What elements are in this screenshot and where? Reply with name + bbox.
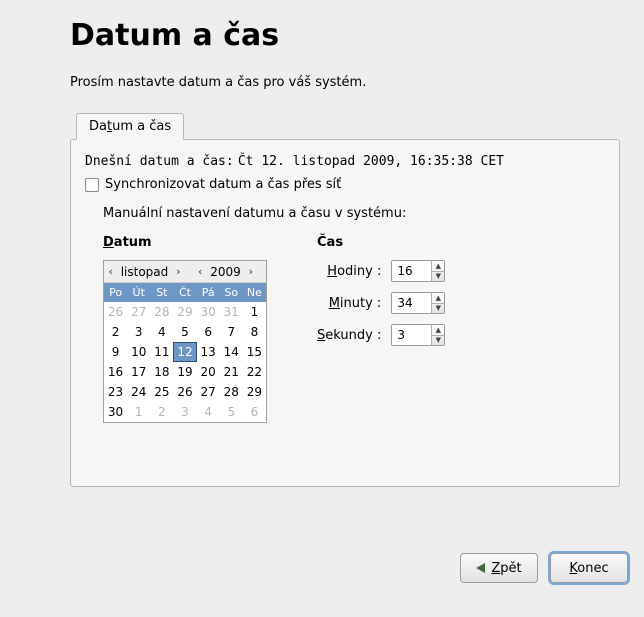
next-year-button[interactable]: › [245,265,257,278]
calendar-day[interactable]: 12 [173,342,196,362]
calendar-day[interactable]: 14 [220,342,243,362]
current-datetime-row: Dnešní datum a čas: Čt 12. listopad 2009… [85,154,605,169]
calendar-weekday: Pá [197,283,220,302]
sync-row[interactable]: Synchronizovat datum a čas přes síť [85,177,605,192]
calendar-day[interactable]: 2 [104,322,127,342]
calendar-weekday: Čt [173,283,196,302]
page-subtitle: Prosím nastavte datum a čas pro váš syst… [70,75,624,90]
calendar-day[interactable]: 27 [127,302,150,322]
time-heading: Čas [317,235,445,250]
calendar-day[interactable]: 28 [150,302,173,322]
hours-spinner[interactable]: 16 ▲ ▼ [391,260,445,282]
calendar-day[interactable]: 20 [197,362,220,382]
calendar-day[interactable]: 3 [173,402,196,422]
calendar-year[interactable]: 2009 [210,265,241,279]
calendar-day[interactable]: 29 [243,382,266,402]
calendar-day[interactable]: 13 [197,342,220,362]
hours-label: Hodiny : [317,264,381,279]
calendar-day[interactable]: 18 [150,362,173,382]
hours-up-button[interactable]: ▲ [432,261,444,272]
calendar-day[interactable]: 27 [197,382,220,402]
calendar-day[interactable]: 17 [127,362,150,382]
calendar-weekday: Út [127,283,150,302]
calendar-day[interactable]: 5 [220,402,243,422]
seconds-up-button[interactable]: ▲ [432,325,444,336]
calendar-day[interactable]: 21 [220,362,243,382]
calendar-day[interactable]: 10 [127,342,150,362]
finish-button[interactable]: Konec [550,553,628,583]
calendar-weekday: Po [104,283,127,302]
manual-label: Manuální nastavení datumu a času v systé… [103,206,605,221]
calendar-weekdays: PoÚtStČtPáSoNe [104,283,266,302]
calendar-day[interactable]: 28 [220,382,243,402]
calendar-day[interactable]: 7 [220,322,243,342]
current-datetime-value: Čt 12. listopad 2009, 16:35:38 CET [238,154,504,169]
back-button[interactable]: Zpět [460,553,538,583]
calendar-day[interactable]: 31 [220,302,243,322]
calendar-row: 9101112131415 [104,342,266,362]
calendar-day[interactable]: 11 [150,342,173,362]
calendar-row: 23242526272829 [104,382,266,402]
calendar-day[interactable]: 3 [127,322,150,342]
date-column: Datum ‹ listopad › ‹ 2009 [103,235,267,423]
seconds-label: Sekundy : [317,328,381,343]
sync-checkbox[interactable] [85,178,99,192]
next-month-button[interactable]: › [172,265,184,278]
calendar-day[interactable]: 6 [243,402,266,422]
calendar-day[interactable]: 22 [243,362,266,382]
calendar-weekday: Ne [243,283,266,302]
minutes-up-button[interactable]: ▲ [432,293,444,304]
calendar-day[interactable]: 8 [243,322,266,342]
footer-buttons: Zpět Konec [460,553,628,583]
calendar-day[interactable]: 2 [150,402,173,422]
hours-down-button[interactable]: ▼ [432,272,444,282]
calendar-weekday: St [150,283,173,302]
seconds-down-button[interactable]: ▼ [432,336,444,346]
calendar-day[interactable]: 19 [173,362,196,382]
calendar-day[interactable]: 30 [197,302,220,322]
calendar-day[interactable]: 9 [104,342,127,362]
current-datetime-label: Dnešní datum a čas: [85,154,234,169]
calendar-day[interactable]: 24 [127,382,150,402]
calendar-day[interactable]: 4 [150,322,173,342]
sync-label: Synchronizovat datum a čas přes síť [105,177,341,192]
prev-month-button[interactable]: ‹ [105,265,117,278]
time-column: Čas Hodiny : 16 ▲ ▼ [317,235,445,423]
tab-datetime[interactable]: Datum a čas [76,113,184,140]
calendar-month[interactable]: listopad [121,265,169,279]
seconds-value[interactable]: 3 [392,325,431,345]
arrow-left-icon [476,563,485,573]
panel-datetime: Dnešní datum a čas: Čt 12. listopad 2009… [70,139,620,487]
calendar-row: 30123456 [104,402,266,422]
minutes-label: Minuty : [317,296,381,311]
calendar-day[interactable]: 4 [197,402,220,422]
calendar-nav: ‹ listopad › ‹ 2009 › [104,261,266,283]
calendar-day[interactable]: 1 [127,402,150,422]
calendar-day[interactable]: 5 [173,322,196,342]
calendar-day[interactable]: 1 [243,302,266,322]
calendar-day[interactable]: 16 [104,362,127,382]
date-heading: Datum [103,235,267,250]
seconds-spinner[interactable]: 3 ▲ ▼ [391,324,445,346]
calendar-day[interactable]: 23 [104,382,127,402]
calendar-day[interactable]: 15 [243,342,266,362]
minutes-value[interactable]: 34 [392,293,431,313]
minutes-down-button[interactable]: ▼ [432,304,444,314]
calendar-row: 2627282930311 [104,302,266,322]
calendar-day[interactable]: 29 [173,302,196,322]
calendar-day[interactable]: 26 [104,302,127,322]
calendar-day[interactable]: 30 [104,402,127,422]
calendar-row: 16171819202122 [104,362,266,382]
hours-value[interactable]: 16 [392,261,431,281]
prev-year-button[interactable]: ‹ [194,265,206,278]
calendar-day[interactable]: 25 [150,382,173,402]
calendar-row: 2345678 [104,322,266,342]
calendar-day[interactable]: 6 [197,322,220,342]
page-title: Datum a čas [70,18,624,53]
calendar: ‹ listopad › ‹ 2009 › PoÚtStČtPáSoNe 2 [103,260,267,423]
calendar-day[interactable]: 26 [173,382,196,402]
minutes-spinner[interactable]: 34 ▲ ▼ [391,292,445,314]
calendar-body: 2627282930311234567891011121314151617181… [104,302,266,422]
calendar-weekday: So [220,283,243,302]
